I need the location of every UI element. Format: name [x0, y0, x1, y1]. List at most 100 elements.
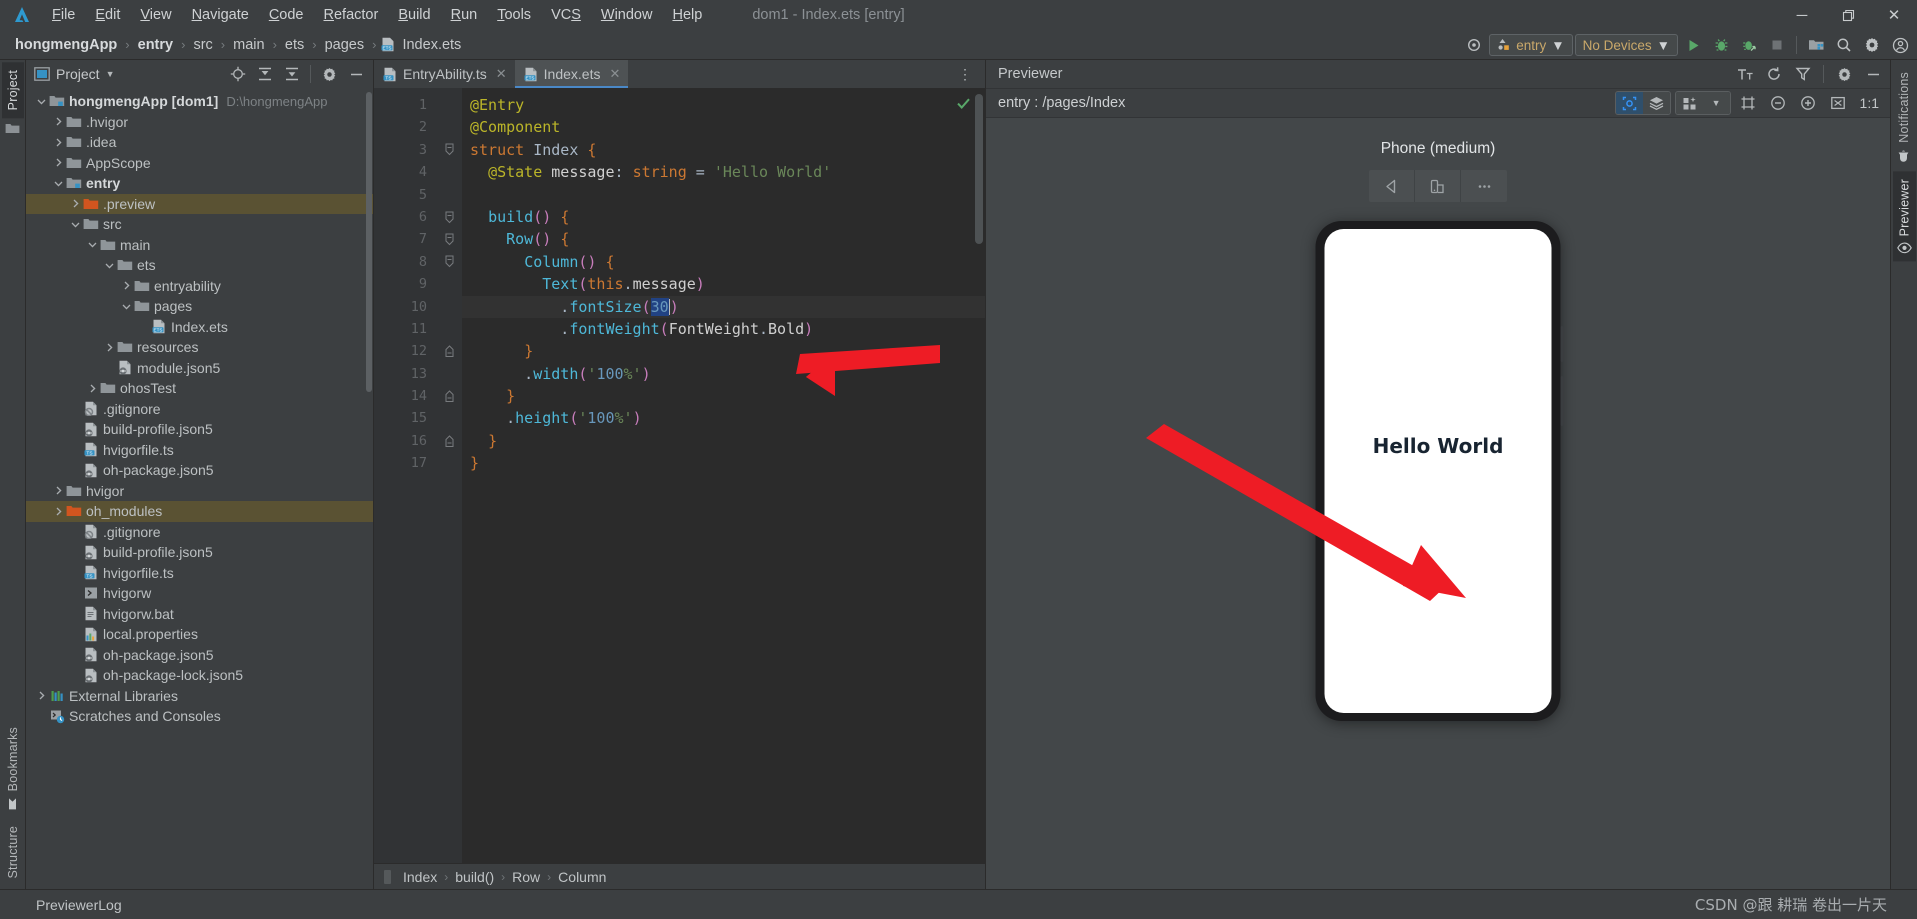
tree-row[interactable]: Scratches and Consoles [26, 706, 373, 727]
tree-row[interactable]: resources [26, 337, 373, 358]
chevron-down-icon[interactable] [85, 240, 99, 249]
menu-vcs[interactable]: VCS [541, 3, 591, 27]
project-tree[interactable]: hongmengApp [dom1] D:\hongmengApp .hvigor.… [26, 88, 373, 889]
tree-row[interactable]: .idea [26, 132, 373, 153]
editor-breadcrumb-segment[interactable]: Index [399, 869, 441, 885]
tree-row[interactable]: build-profile.json5 [26, 419, 373, 440]
code-line[interactable]: @Entry [462, 94, 985, 116]
tree-row[interactable]: oh-package.json5 [26, 460, 373, 481]
breadcrumb-segment[interactable]: src [190, 37, 215, 53]
menu-refactor[interactable]: Refactor [314, 3, 389, 27]
editor-scrollbar[interactable] [975, 94, 983, 244]
code-line[interactable]: build() { [462, 206, 985, 228]
restore-button[interactable] [1825, 0, 1871, 30]
tree-row[interactable]: oh_modules [26, 501, 373, 522]
search-icon[interactable] [1831, 32, 1857, 58]
run-config-selector[interactable]: entry ▼ [1489, 34, 1573, 56]
chevron-right-icon[interactable] [102, 343, 116, 352]
tree-row[interactable]: hongmengApp [dom1] D:\hongmengApp [26, 91, 373, 112]
code-line[interactable]: @State message: string = 'Hello World' [462, 161, 985, 183]
code-line[interactable]: } [462, 452, 985, 474]
zoom-in-icon[interactable] [1795, 90, 1821, 116]
multi-device-icon[interactable] [1675, 92, 1703, 114]
actual-size-button[interactable]: 1:1 [1855, 90, 1884, 116]
menu-navigate[interactable]: Navigate [182, 3, 259, 27]
breadcrumb-segment[interactable]: entry [135, 37, 176, 53]
debug-button[interactable] [1708, 32, 1734, 58]
device-screen[interactable]: Hello World [1324, 229, 1552, 713]
fold-marker[interactable] [436, 340, 462, 362]
code-line[interactable]: } [462, 430, 985, 452]
chevron-right-icon[interactable] [51, 507, 65, 516]
code-folding-column[interactable] [436, 88, 462, 863]
breadcrumb-segment[interactable]: pages [322, 37, 368, 53]
tree-row[interactable]: pages [26, 296, 373, 317]
tree-row[interactable]: oh-package-lock.json5 [26, 665, 373, 686]
account-icon[interactable] [1887, 32, 1913, 58]
gear-icon[interactable] [316, 61, 342, 87]
tree-row[interactable]: local.properties [26, 624, 373, 645]
menu-run[interactable]: Run [441, 3, 488, 27]
tree-row[interactable]: hvigorw [26, 583, 373, 604]
chevron-down-icon[interactable]: ▼ [1702, 92, 1730, 114]
more-icon[interactable] [1461, 170, 1507, 202]
editor-options-icon[interactable]: ⋮ [952, 60, 979, 88]
rotate-icon[interactable] [1415, 170, 1461, 202]
menu-tools[interactable]: Tools [487, 3, 541, 27]
editor-breadcrumb-segment[interactable]: Row [508, 869, 544, 885]
target-icon[interactable] [1461, 32, 1487, 58]
chevron-down-icon[interactable] [34, 97, 48, 106]
expand-all-icon[interactable] [252, 61, 278, 87]
chevron-right-icon[interactable] [85, 384, 99, 393]
code-line[interactable]: .fontSize(30) [462, 295, 985, 318]
tree-row[interactable]: ohosTest [26, 378, 373, 399]
tree-row[interactable]: ETS Index.ets [26, 317, 373, 338]
menu-edit[interactable]: Edit [85, 3, 130, 27]
tree-row[interactable]: TS hvigorfile.ts [26, 563, 373, 584]
sidebar-item-structure[interactable]: Structure [2, 818, 24, 887]
sidebar-item-project[interactable]: Project [1, 62, 24, 119]
back-icon[interactable] [1369, 170, 1415, 202]
fold-marker[interactable] [436, 251, 462, 273]
fold-marker[interactable] [436, 385, 462, 407]
check-ok-icon[interactable] [956, 96, 971, 111]
code-line[interactable]: .fontWeight(FontWeight.Bold) [462, 318, 985, 340]
code-line[interactable]: Text(this.message) [462, 273, 985, 295]
code-line[interactable]: Column() { [462, 251, 985, 273]
tree-row[interactable]: hvigorw.bat [26, 604, 373, 625]
filter-icon[interactable] [1790, 61, 1816, 87]
profile-button[interactable] [1736, 32, 1762, 58]
chevron-down-icon[interactable] [68, 220, 82, 229]
fold-marker[interactable] [436, 430, 462, 452]
hide-panel-icon[interactable] [1860, 61, 1886, 87]
inspector-icon[interactable] [1615, 92, 1643, 114]
breadcrumb-segment[interactable]: hongmengApp [12, 37, 120, 53]
layers-icon[interactable] [1642, 92, 1670, 114]
tree-scrollbar[interactable] [366, 92, 372, 392]
chevron-down-icon[interactable]: ▼ [106, 69, 115, 79]
menu-build[interactable]: Build [388, 3, 440, 27]
breadcrumb[interactable]: hongmengApp › entry › src › main › ets › pages › ETS… [12, 37, 464, 53]
settings-gear-icon[interactable] [1859, 32, 1885, 58]
chevron-right-icon[interactable] [51, 486, 65, 495]
fold-marker[interactable] [436, 228, 462, 250]
tree-row[interactable]: build-profile.json5 [26, 542, 373, 563]
sidebar-item-notifications[interactable]: Notifications [1893, 64, 1915, 171]
code-line[interactable]: } [462, 385, 985, 407]
chevron-right-icon[interactable] [51, 117, 65, 126]
code-line[interactable]: Row() { [462, 228, 985, 250]
tree-row[interactable]: .gitignore [26, 399, 373, 420]
breadcrumb-segment[interactable]: ets [282, 37, 307, 53]
tree-row[interactable]: oh-package.json5 [26, 645, 373, 666]
tree-row[interactable]: .preview [26, 193, 373, 214]
locate-icon[interactable] [225, 61, 251, 87]
run-button[interactable] [1680, 32, 1706, 58]
tree-row[interactable]: src [26, 214, 373, 235]
close-icon[interactable]: ✕ [496, 66, 507, 82]
stop-button[interactable] [1764, 32, 1790, 58]
editor-tab-entryability-ts[interactable]: TS EntryAbility.ts ✕ [374, 60, 515, 88]
breadcrumb-segment[interactable]: main [230, 37, 267, 53]
chevron-down-icon[interactable] [51, 179, 65, 188]
tree-row[interactable]: hvigor [26, 481, 373, 502]
tree-row[interactable]: External Libraries [26, 686, 373, 707]
